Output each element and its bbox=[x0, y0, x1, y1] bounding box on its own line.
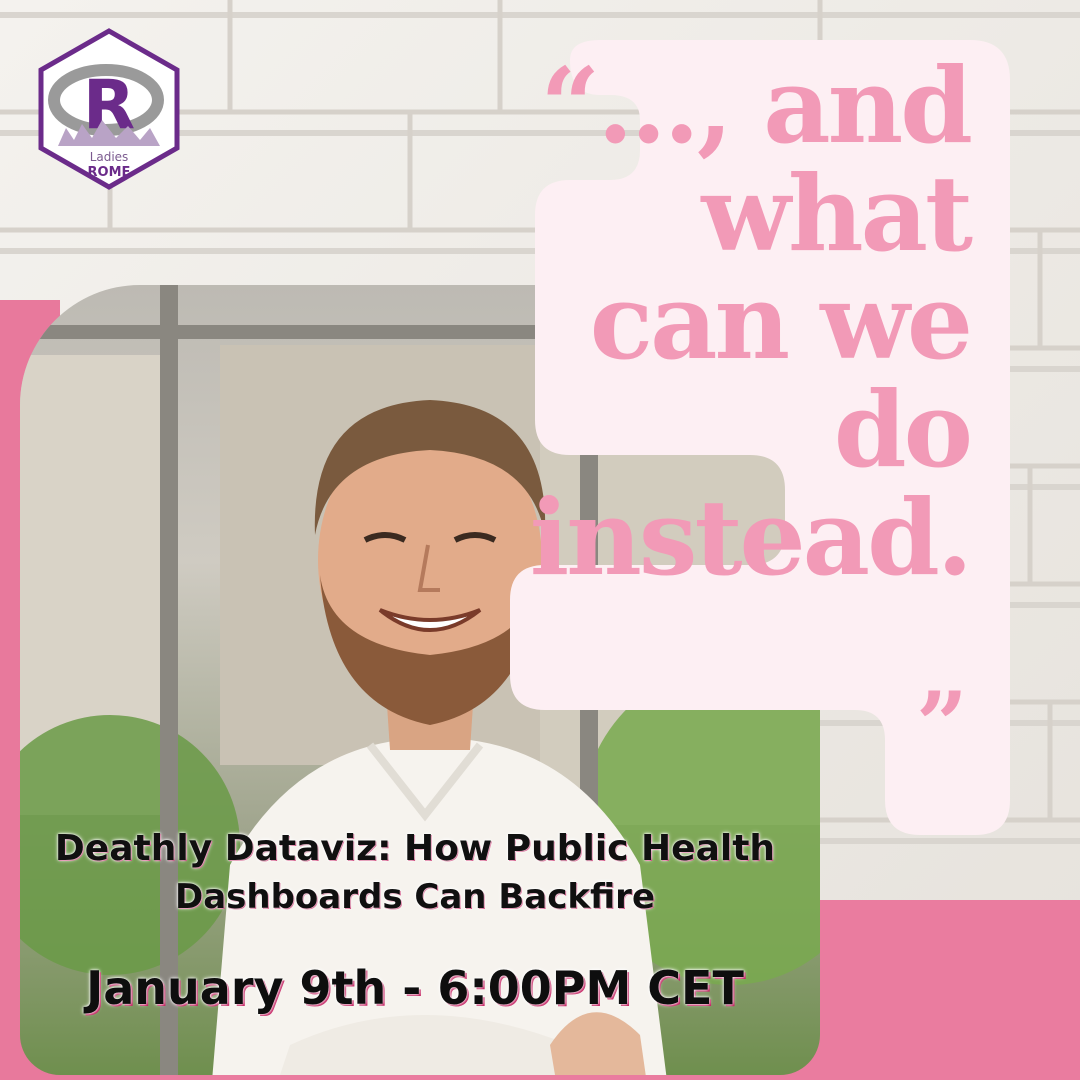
logo-label-bottom: ROME bbox=[88, 165, 131, 180]
quote-line: instead. bbox=[529, 476, 973, 599]
rladies-rome-logo: R Ladies ROME bbox=[38, 28, 180, 190]
quote-line: can we bbox=[589, 260, 973, 383]
quote-text: “..., and what can we do instead. bbox=[529, 44, 973, 599]
quote-line: do bbox=[833, 368, 973, 491]
quote-line: “..., and bbox=[540, 44, 973, 167]
event-date: January 9th - 6:00PM CET bbox=[86, 961, 744, 1015]
poster: “..., and what can we do instead. ” R La… bbox=[0, 0, 1080, 1080]
event-title-line1: Deathly Dataviz: How Public Health bbox=[54, 828, 776, 869]
logo-label-top: Ladies bbox=[90, 150, 129, 164]
close-quote-mark: ” bbox=[916, 672, 968, 778]
event-title-line2: Dashboards Can Backfire bbox=[174, 877, 656, 917]
quote-line: what bbox=[701, 152, 973, 275]
